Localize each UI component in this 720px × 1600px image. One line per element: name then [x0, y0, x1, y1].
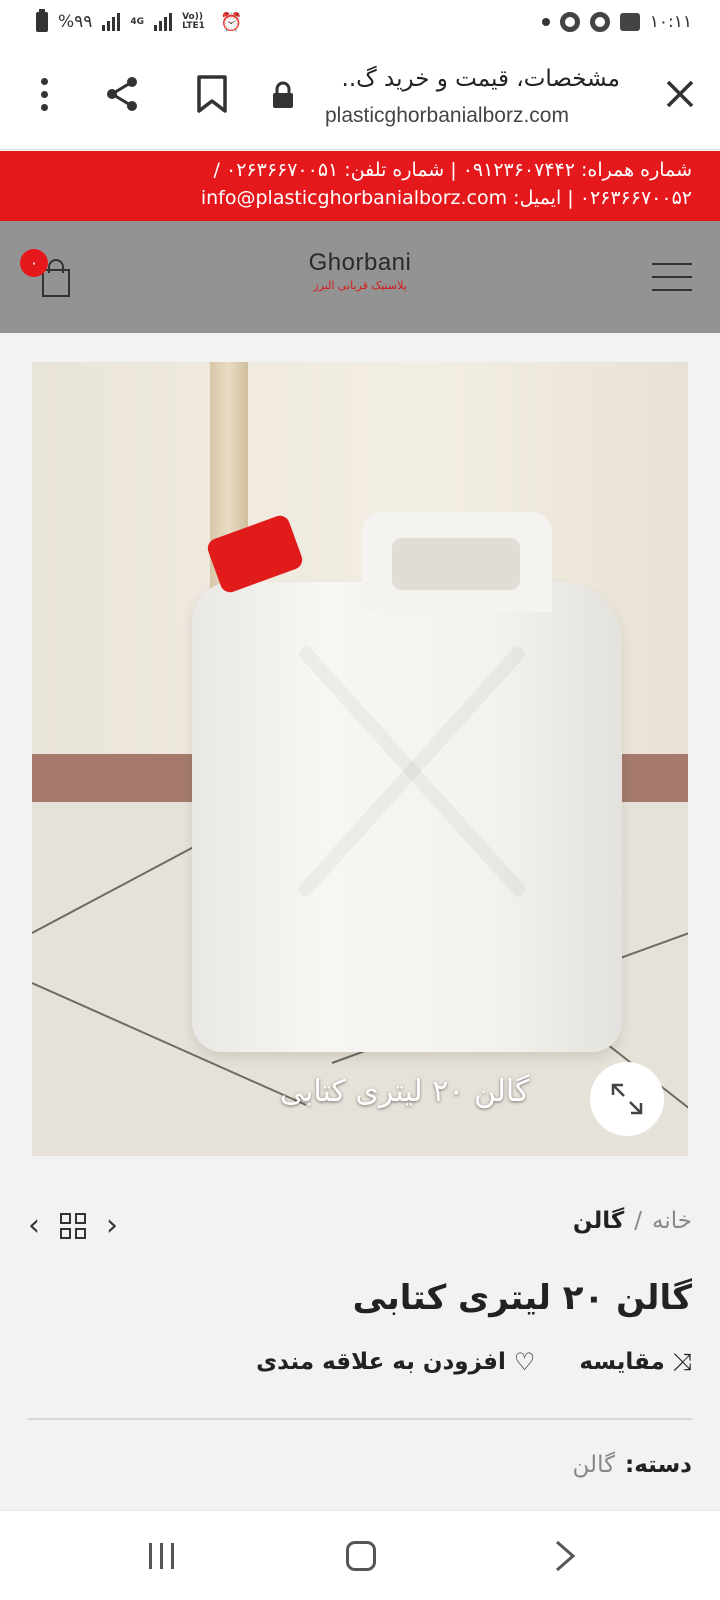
chrome-icon-2 [589, 12, 610, 32]
chevron-left-icon[interactable]: ‹ [28, 1208, 40, 1244]
image-caption: گالن ۲۰ لیتری کتابی [280, 1074, 530, 1109]
share-icon[interactable] [100, 72, 144, 116]
signal-icon-2 [154, 13, 173, 31]
recent-apps-button[interactable] [136, 1531, 186, 1581]
logo-subtext: پلاستیک قربانی البرز [313, 279, 407, 292]
cart-count-badge: ۰ [20, 249, 48, 277]
alarm-icon: ⏰ [220, 11, 243, 33]
notification-dot-icon [541, 18, 550, 26]
home-button[interactable] [336, 1531, 386, 1581]
product-title: گالن ۲۰ لیتری کتابی [352, 1278, 692, 1318]
product-navigation: ‹ › [28, 1208, 118, 1244]
system-nav-bar [0, 1510, 720, 1600]
logo-text: Ghorbani [308, 249, 412, 276]
battery-level: %۹۹ [58, 12, 93, 32]
message-icon [619, 13, 640, 31]
signal-icon [102, 13, 121, 31]
status-right: ۱۰:۱۱ [541, 12, 692, 32]
breadcrumb: خانه / گالن [573, 1208, 692, 1234]
compare-label: مقایسه [579, 1349, 665, 1375]
grid-icon[interactable] [60, 1213, 86, 1239]
jerrycan [192, 512, 622, 1052]
page-title[interactable]: مشخصات، قیمت و خرید گ.. [290, 66, 620, 92]
chevron-right-icon[interactable]: › [106, 1208, 118, 1244]
shuffle-icon: ⤨ [672, 1348, 692, 1376]
breadcrumb-current[interactable]: گالن [573, 1208, 624, 1234]
heart-icon: ♡ [513, 1348, 536, 1376]
volte-label: Vo)) LTE1 [182, 12, 205, 31]
expand-icon[interactable] [590, 1062, 664, 1136]
contact-line-phones: شماره همراه: ۰۹۱۲۳۶۰۷۴۴۲ | شماره تلفن: ۰… [213, 159, 692, 181]
network-type: 4G [130, 16, 145, 27]
bookmark-icon[interactable] [190, 72, 234, 116]
wishlist-label: افزودن به علاقه مندی [256, 1349, 506, 1375]
breadcrumb-home[interactable]: خانه [652, 1208, 692, 1234]
status-bar: %۹۹ 4G Vo)) LTE1 ⏰ ۱۰:۱۱ [0, 0, 720, 44]
url-domain[interactable]: plasticghorbanialborz.com [325, 104, 569, 128]
menu-dots-icon[interactable] [26, 76, 62, 112]
back-button[interactable] [540, 1531, 590, 1581]
battery-icon [36, 9, 48, 32]
close-icon[interactable] [660, 74, 700, 114]
browser-toolbar: مشخصات، قیمت و خرید گ.. plasticghorbania… [0, 44, 720, 150]
hamburger-menu-icon[interactable] [652, 263, 692, 291]
status-left: %۹۹ 4G Vo)) LTE1 ⏰ [36, 9, 243, 33]
product-image[interactable]: گالن ۲۰ لیتری کتابی [32, 362, 688, 1156]
site-logo[interactable]: Ghorbani پلاستیک قربانی البرز [300, 249, 420, 309]
breadcrumb-separator: / [634, 1208, 643, 1234]
jerrycan-body [192, 582, 622, 1052]
category-label: دسته: [625, 1452, 692, 1478]
clock: ۱۰:۱۱ [649, 12, 692, 32]
divider [28, 1418, 692, 1420]
contact-info-bar: شماره همراه: ۰۹۱۲۳۶۰۷۴۴۲ | شماره تلفن: ۰… [0, 151, 720, 221]
cart-button[interactable]: ۰ [20, 249, 72, 297]
jerrycan-handle-hole [392, 538, 520, 590]
compare-button[interactable]: ⤨ مقایسه [579, 1348, 692, 1376]
site-header: ۰ Ghorbani پلاستیک قربانی البرز [0, 221, 720, 333]
cart-bag-icon [42, 269, 70, 297]
category-link[interactable]: گالن [573, 1452, 615, 1478]
contact-line-email[interactable]: ۰۲۶۳۶۶۷۰۰۵۲ | ایمیل: info@plasticghorban… [28, 184, 692, 212]
product-actions: ⤨ مقایسه ♡ افزودن به علاقه مندی [256, 1348, 692, 1376]
breadcrumb-row: ‹ › خانه / گالن [28, 1204, 692, 1250]
product-category: دسته: گالن [573, 1452, 692, 1478]
chrome-icon [559, 12, 580, 32]
wishlist-button[interactable]: ♡ افزودن به علاقه مندی [256, 1348, 535, 1376]
